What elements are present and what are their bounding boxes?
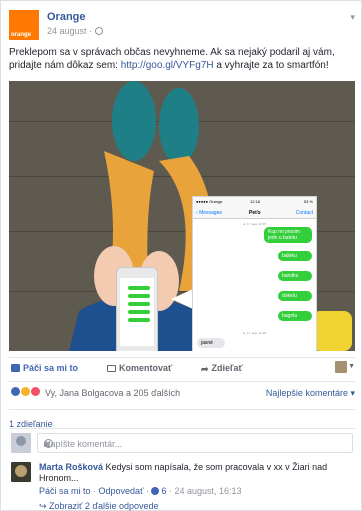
messages-back-label: Messages — [199, 210, 222, 216]
share-label: Zdieľať — [211, 363, 243, 373]
post-date[interactable]: 24 august · — [47, 26, 104, 36]
view-more-replies[interactable]: ↪ Zobraziť 2 ďalšie odpovede — [39, 501, 159, 511]
phone-bubble — [128, 294, 150, 298]
love-reaction-icon[interactable] — [31, 387, 40, 396]
contact-link: Contact — [295, 210, 313, 216]
logo-text: orange — [11, 32, 32, 38]
post-date-text: 24 august · — [47, 26, 93, 36]
comment-reply-link[interactable]: Odpovedať — [99, 486, 144, 496]
speech-tail — [171, 289, 193, 309]
right-shoe — [159, 88, 199, 164]
comment-date[interactable]: 24 august, 16:13 — [174, 486, 241, 496]
comment-item: Marta Rošková Kedysi som napísala, že so… — [9, 461, 355, 511]
left-shoe — [112, 81, 156, 161]
comment-like-link[interactable]: Páči sa mi to — [39, 486, 91, 496]
viewer-avatar[interactable] — [335, 361, 347, 373]
comment-like-count[interactable]: 6 — [161, 486, 166, 496]
reactions-summary[interactable]: Vy, Jana Bolgacova a 205 ďalších — [45, 388, 180, 398]
post-image[interactable]: ●●●●● Orange 12:18 53 % ‹ Messages Peťo … — [9, 81, 355, 351]
comment-body: Marta Rošková Kedysi som napísala, že so… — [39, 462, 329, 484]
comment-label: Komentovať — [119, 363, 173, 373]
like-count-icon — [151, 487, 160, 495]
like-reaction-icon[interactable] — [11, 387, 20, 396]
chat-nav-bar: ‹ Messages Peťo Contact — [193, 206, 316, 219]
incoming-bubble: jasné — [197, 338, 225, 348]
reactions-row: Vy, Jana Bolgacova a 205 ďalších Najlepš… — [9, 381, 355, 399]
orange-logo[interactable]: orange — [9, 10, 39, 40]
share-arrow-icon: ➦ — [201, 364, 209, 374]
phone-bubble — [128, 286, 150, 290]
like-label: Páči sa mi to — [23, 363, 79, 373]
outgoing-bubble: baleku — [278, 251, 312, 261]
post-message: Preklepom sa v správach občas nevyhneme.… — [9, 46, 357, 72]
comments-sort-label: Najlepšie komentáre — [265, 388, 348, 398]
action-bar: Páči sa mi to Komentovať ➦ Zdieľať ▼ — [9, 357, 355, 377]
chat-contact-name: Peťo — [249, 210, 261, 216]
like-button[interactable]: Páči sa mi to — [11, 363, 78, 373]
user-avatar — [11, 433, 31, 453]
caret-down-icon[interactable]: ▼ — [348, 363, 355, 370]
outgoing-bubble: dokelu — [278, 291, 312, 301]
phone-in-hand — [116, 267, 158, 351]
outgoing-bubble: bandku — [278, 271, 312, 281]
outgoing-bubble: Kup mi prosim jedn u batetu — [264, 227, 312, 243]
yellow-mug — [312, 311, 352, 351]
facebook-post: orange Orange 24 august · ▾ Preklepom sa… — [0, 0, 362, 511]
share-button[interactable]: ➦ Zdieľať — [201, 363, 243, 375]
haha-reaction-icon[interactable] — [21, 387, 30, 396]
camera-icon[interactable]: ◙ — [44, 439, 328, 449]
page-name[interactable]: Orange — [47, 11, 86, 23]
comment-meta: Páči sa mi to · Odpovedať · 6 · 24 augus… — [39, 486, 242, 496]
share-count[interactable]: 1 zdieľanie — [9, 409, 355, 429]
comments-sort-dropdown[interactable]: Najlepšie komentáre ▾ — [266, 388, 355, 399]
chevron-down-icon[interactable]: ▾ — [350, 12, 355, 23]
outgoing-bubble: bagetu — [278, 311, 312, 321]
comment-author[interactable]: Marta Rošková — [39, 462, 103, 472]
carrier-label: ●●●●● Orange — [196, 199, 223, 204]
post-message-tail: a vyhrajte za to smartfón! — [213, 60, 329, 71]
comment-icon — [107, 365, 116, 372]
globe-icon — [95, 27, 104, 35]
post-header: orange Orange 24 august · ▾ — [9, 10, 355, 42]
post-link[interactable]: http://goo.gl/VYFg7H — [121, 60, 214, 71]
chat-timestamp: st, 17. aug. 12:15 — [242, 222, 267, 226]
phone-bubble — [128, 310, 150, 314]
phone-bubble — [128, 302, 150, 306]
chat-timestamp: st, 17. aug. 12:18 — [242, 331, 267, 335]
comment-input[interactable]: Napíšte komentár... ◙ — [37, 433, 353, 453]
battery-label: 53 % — [303, 199, 313, 204]
messages-back-link: ‹ Messages — [196, 210, 222, 216]
commenter-avatar[interactable] — [11, 462, 31, 482]
phone-screen — [120, 278, 154, 346]
thumbs-up-icon — [11, 364, 20, 372]
emoji-icon[interactable] — [44, 439, 53, 448]
comment-button[interactable]: Komentovať — [107, 363, 172, 373]
chat-screenshot: ●●●●● Orange 12:18 53 % ‹ Messages Peťo … — [192, 196, 317, 351]
clock-label: 12:18 — [250, 199, 261, 204]
chat-status-bar: ●●●●● Orange 12:18 53 % — [193, 197, 316, 206]
phone-bubble — [128, 318, 150, 322]
comment-composer: Napíšte komentár... ◙ — [9, 428, 355, 458]
